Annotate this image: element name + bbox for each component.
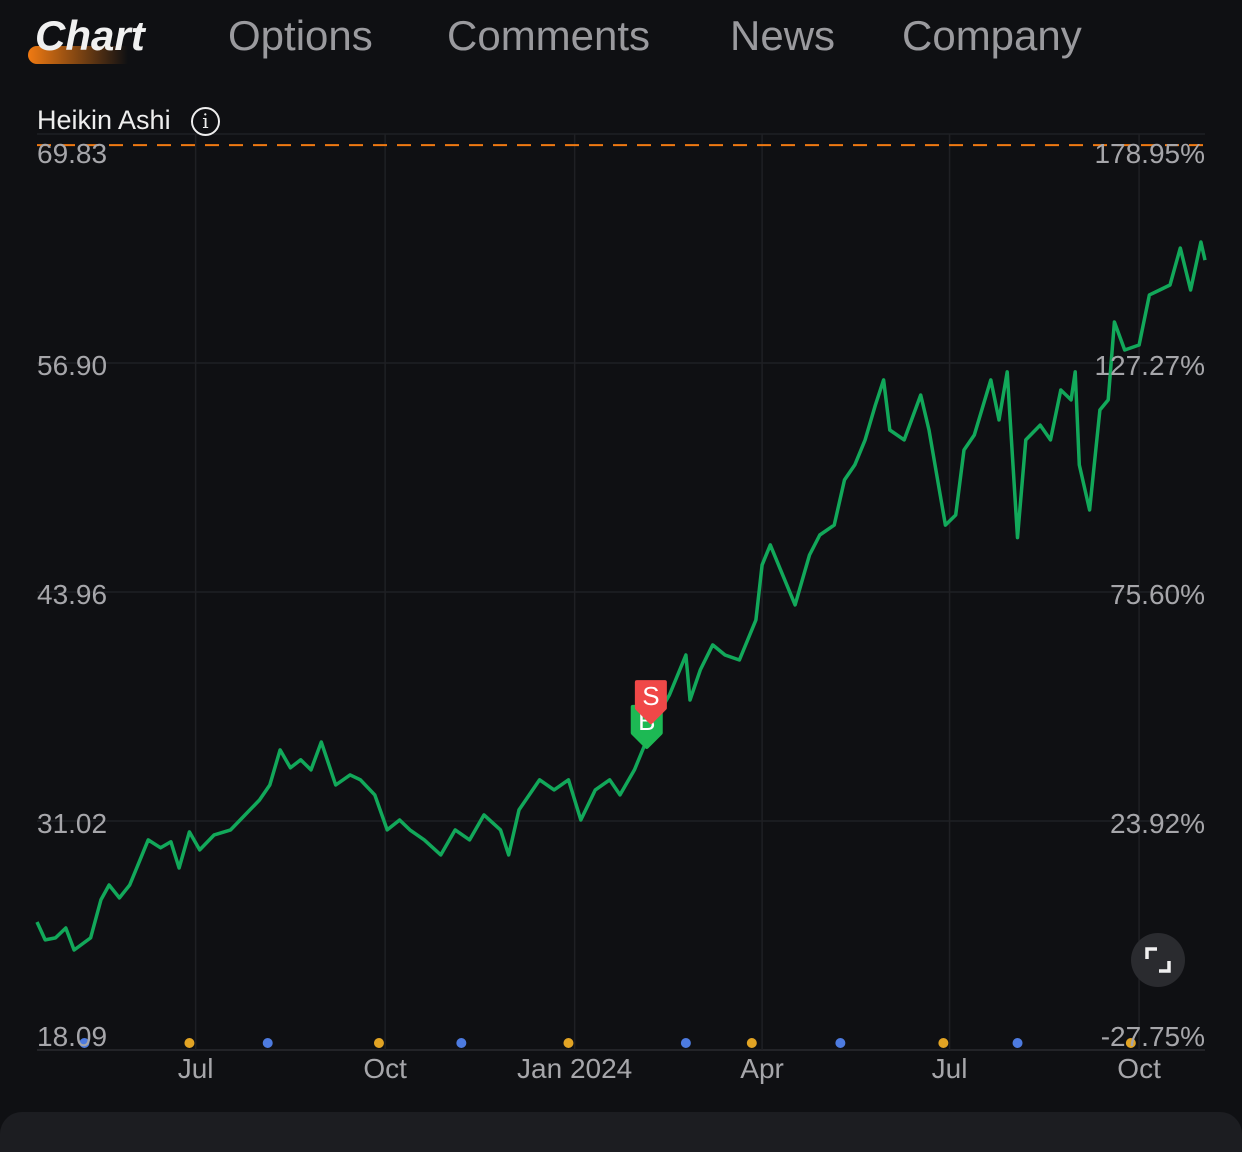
bottom-panel [0,1112,1242,1152]
y-tick-left: 43.96 [37,579,108,610]
price-chart[interactable]: BS [0,0,1242,1131]
y-tick-left: 31.02 [37,808,108,839]
x-tick-label: Jul [177,1053,214,1084]
x-tick-label: Apr [740,1053,784,1084]
y-tick-left: 18.09 [37,1021,108,1052]
event-dot-yellow [938,1038,949,1048]
event-dot-yellow [373,1038,384,1048]
expand-icon [1145,947,1171,973]
event-dot-blue [262,1038,273,1048]
event-dot-yellow [746,1038,757,1048]
y-tick-right: 127.27% [1094,350,1205,381]
y-tick-right: 23.92% [1110,808,1205,839]
x-tick-label: Oct [1117,1053,1161,1084]
marker-label: S [642,681,659,711]
expand-button[interactable] [1131,933,1185,987]
event-dot-blue [680,1038,691,1048]
y-tick-right: 178.95% [1094,138,1205,169]
event-dot-blue [835,1038,846,1048]
event-dot-blue [456,1038,467,1048]
y-tick-left: 69.83 [37,138,108,169]
y-tick-left: 56.90 [37,350,108,381]
x-tick-label: Jul [931,1053,968,1084]
x-tick-label: Oct [363,1053,407,1084]
info-icon[interactable]: i [191,107,220,136]
price-line [35,240,1207,952]
event-dot-yellow [184,1038,195,1048]
x-tick-label: Jan 2024 [517,1053,633,1084]
event-dot-yellow [563,1038,574,1048]
y-tick-right: -27.75% [1100,1021,1205,1052]
y-tick-right: 75.60% [1110,579,1205,610]
indicator-title: Heikin Ashi [37,105,171,135]
event-dot-blue [1012,1038,1023,1048]
